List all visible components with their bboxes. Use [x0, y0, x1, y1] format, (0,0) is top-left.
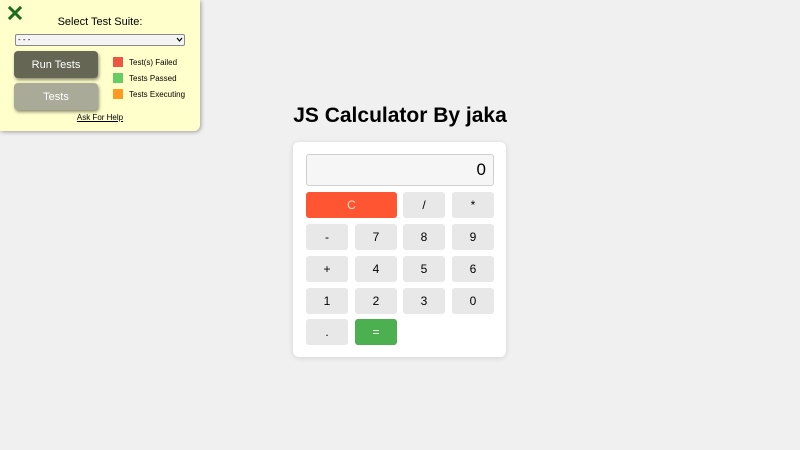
- test-suite-title: Select Test Suite:: [57, 16, 143, 28]
- divide-button[interactable]: /: [403, 192, 445, 218]
- digit-9-button[interactable]: 9: [452, 224, 494, 250]
- page-title: JS Calculator By jaka: [293, 104, 507, 127]
- test-suite-select[interactable]: - - -: [15, 34, 185, 46]
- calculator: 0 C / * - 7 8 9 + 4 5 6 1 2 3 0 . =: [293, 142, 506, 357]
- digit-6-button[interactable]: 6: [452, 256, 494, 282]
- legend-label: Test(s) Failed: [129, 57, 178, 67]
- digit-5-button[interactable]: 5: [403, 256, 445, 282]
- plus-button[interactable]: +: [306, 256, 348, 282]
- digit-1-button[interactable]: 1: [306, 288, 348, 314]
- legend-tests-passed: Tests Passed: [113, 73, 177, 83]
- clear-button[interactable]: C: [306, 192, 397, 218]
- legend-label: Tests Passed: [129, 73, 177, 83]
- multiply-button[interactable]: *: [452, 192, 494, 218]
- legend-tests-failed: Test(s) Failed: [113, 57, 177, 67]
- digit-2-button[interactable]: 2: [355, 288, 397, 314]
- decimal-button[interactable]: .: [306, 319, 348, 345]
- digit-3-button[interactable]: 3: [403, 288, 445, 314]
- legend-label: Tests Executing: [129, 89, 186, 99]
- minus-button[interactable]: -: [306, 224, 348, 250]
- digit-0-button[interactable]: 0: [452, 288, 494, 314]
- digit-7-button[interactable]: 7: [355, 224, 397, 250]
- passed-swatch-icon: [113, 73, 123, 83]
- executing-swatch-icon: [113, 89, 123, 99]
- digit-8-button[interactable]: 8: [403, 224, 445, 250]
- calculator-display: 0: [306, 154, 494, 186]
- failed-swatch-icon: [113, 57, 123, 67]
- legend-tests-executing: Tests Executing: [113, 89, 185, 99]
- run-tests-button[interactable]: Run Tests: [14, 51, 98, 78]
- equals-button[interactable]: =: [355, 319, 397, 345]
- digit-4-button[interactable]: 4: [355, 256, 397, 282]
